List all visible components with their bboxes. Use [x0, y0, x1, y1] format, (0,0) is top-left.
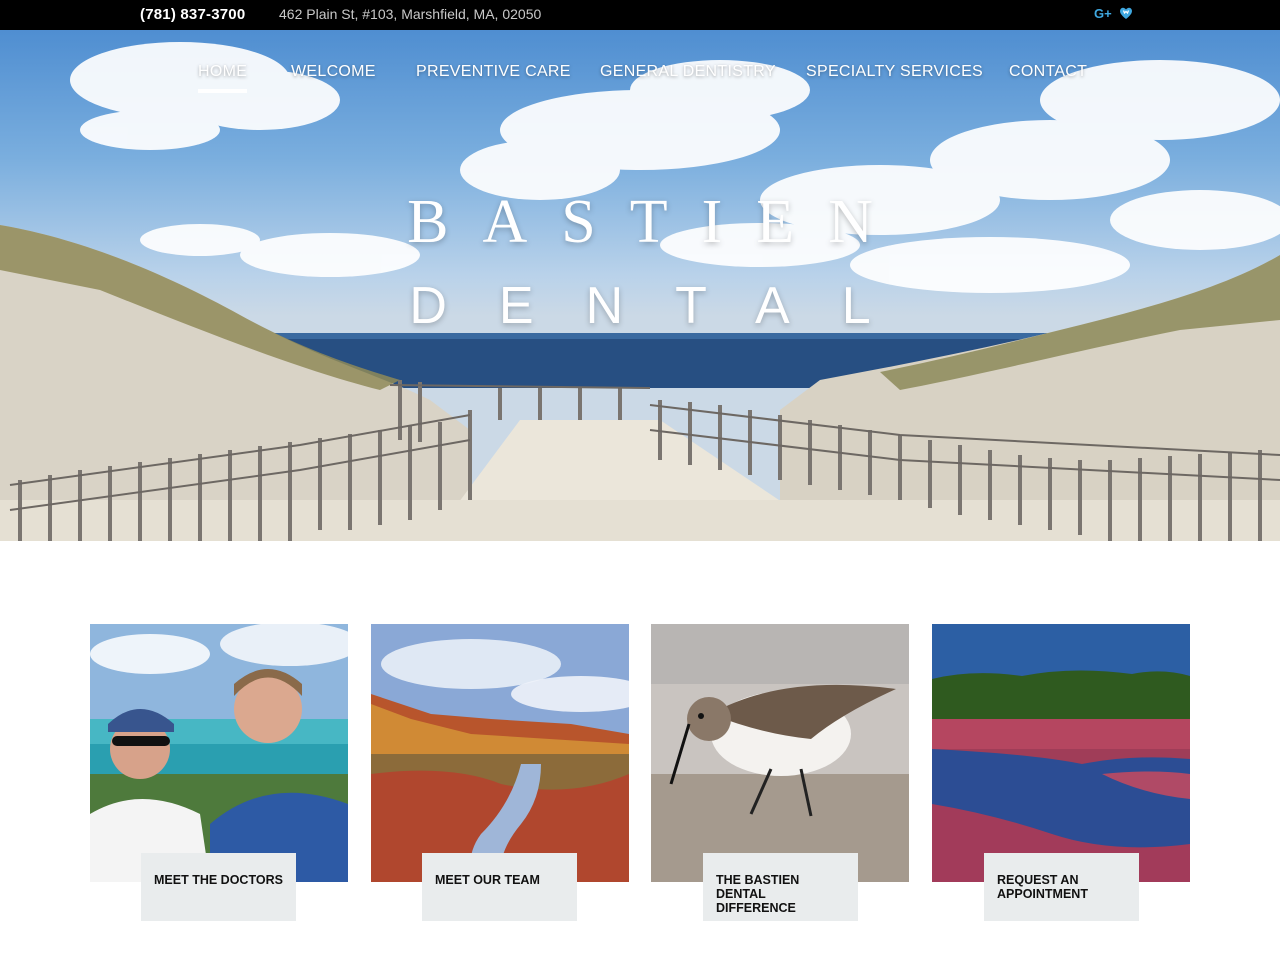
card-request-appointment[interactable]: [932, 624, 1190, 882]
card-label-meet-our-team[interactable]: MEET OUR TEAM: [422, 853, 577, 921]
top-bar: (781) 837-3700 462 Plain St, #103, Marsh…: [0, 0, 1280, 30]
card-label-bastien-dental-difference[interactable]: THE BASTIEN DENTAL DIFFERENCE: [703, 853, 858, 921]
brand-name-line2: DENTAL: [409, 277, 923, 335]
address: 462 Plain St, #103, Marshfield, MA, 0205…: [279, 6, 542, 22]
card-label-request-appointment[interactable]: REQUEST AN APPOINTMENT: [984, 853, 1139, 921]
brand-logo[interactable]: BASTIEN DENTAL: [0, 188, 1280, 335]
nav-home[interactable]: HOME: [198, 63, 248, 93]
nav-contact[interactable]: CONTACT: [1009, 63, 1087, 81]
google-plus-icon[interactable]: G+: [1094, 6, 1112, 21]
doctors-photo: [90, 624, 348, 882]
card-meet-our-team[interactable]: [371, 624, 629, 882]
phone-number[interactable]: (781) 837-3700: [140, 6, 245, 23]
sandpiper-photo: [651, 624, 909, 882]
nav-welcome[interactable]: WELCOME: [291, 63, 376, 81]
nav-general-dentistry[interactable]: GENERAL DENTISTRY: [600, 63, 776, 81]
card-bastien-dental-difference[interactable]: [651, 624, 909, 882]
heart-tooth-icon[interactable]: [1118, 5, 1134, 21]
cranberry-bog-photo: [932, 624, 1190, 882]
card-meet-the-doctors[interactable]: [90, 624, 348, 882]
card-label-meet-the-doctors[interactable]: MEET THE DOCTORS: [141, 853, 296, 921]
autumn-marsh-photo: [371, 624, 629, 882]
main-nav: HOME WELCOME PREVENTIVE CARE GENERAL DEN…: [0, 30, 1280, 94]
nav-specialty-services[interactable]: SPECIALTY SERVICES: [806, 63, 983, 81]
nav-preventive-care[interactable]: PREVENTIVE CARE: [416, 63, 571, 81]
social-links: G+: [1094, 5, 1134, 21]
brand-name-line1: BASTIEN: [407, 188, 907, 256]
